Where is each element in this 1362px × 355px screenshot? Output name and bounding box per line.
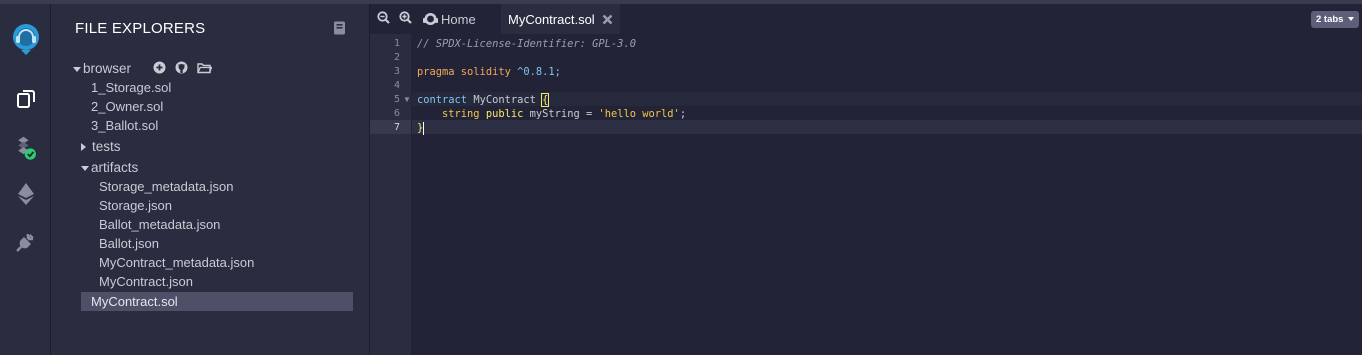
code-line: // SPDX-License-Identifier: GPL-3.0 bbox=[417, 37, 636, 51]
chevron-down-icon bbox=[73, 66, 81, 72]
folder-label: tests bbox=[92, 139, 121, 154]
code-line: } bbox=[417, 121, 425, 135]
zoom-in-icon[interactable] bbox=[399, 11, 412, 29]
keyword-token: contract bbox=[417, 94, 468, 106]
line-number: 2 bbox=[393, 52, 400, 63]
type-token: string bbox=[442, 108, 480, 120]
tab-label: Home bbox=[441, 11, 476, 27]
file-explorer-panel: FILE EXPLORERS browser 1_Storage.sol 2_O… bbox=[51, 4, 370, 355]
active-line-highlight bbox=[412, 120, 1362, 134]
file-item[interactable]: 1_Storage.sol bbox=[91, 79, 171, 96]
comment-token: // SPDX-License-Identifier: GPL-3.0 bbox=[417, 38, 636, 50]
line-number: 6 bbox=[393, 108, 400, 119]
folder-tests[interactable]: tests bbox=[81, 138, 121, 155]
line-number: 1 bbox=[393, 38, 400, 49]
file-item[interactable]: Storage_metadata.json bbox=[99, 178, 233, 195]
solidity-compiler-icon[interactable] bbox=[13, 135, 39, 161]
file-item[interactable]: Ballot_metadata.json bbox=[99, 216, 220, 233]
fold-arrow-icon[interactable]: ▼ bbox=[403, 95, 411, 104]
folder-label: artifacts bbox=[91, 160, 139, 175]
icon-rail bbox=[0, 4, 51, 355]
keyword-token: pragma solidity bbox=[417, 66, 511, 78]
workspace-label: browser bbox=[83, 61, 132, 76]
identifier-token: MyContract bbox=[473, 94, 536, 106]
line-number: 3 bbox=[393, 66, 400, 77]
brace-token: { bbox=[541, 93, 550, 107]
file-item[interactable]: Storage.json bbox=[99, 197, 172, 214]
tab-label: MyContract.sol bbox=[508, 11, 595, 27]
close-icon[interactable] bbox=[602, 14, 613, 25]
editor-gutter: 1 2 3 4 5 ▼ 6 7 bbox=[370, 34, 411, 355]
tabs-count-label: 2 tabs bbox=[1316, 14, 1344, 25]
remix-home-icon bbox=[422, 12, 439, 27]
file-item[interactable]: MyContract_metadata.json bbox=[99, 254, 254, 271]
chevron-right-icon bbox=[81, 143, 86, 152]
plugin-manager-icon[interactable] bbox=[13, 229, 39, 255]
line-number: 4 bbox=[393, 80, 400, 91]
panel-title: FILE EXPLORERS bbox=[75, 20, 206, 37]
documentation-icon[interactable] bbox=[333, 21, 346, 40]
tab-mycontract[interactable]: MyContract.sol bbox=[501, 4, 620, 34]
code-line: contract MyContract { bbox=[417, 93, 550, 107]
chevron-down-icon bbox=[81, 165, 89, 171]
workspace-folder[interactable]: browser bbox=[73, 60, 131, 77]
folder-actions bbox=[153, 61, 213, 79]
deploy-run-icon[interactable] bbox=[13, 181, 39, 207]
open-folder-icon[interactable] bbox=[197, 61, 213, 79]
visibility-token: public bbox=[485, 108, 524, 120]
code-line: pragma solidity ^0.8.1; bbox=[417, 65, 561, 79]
add-file-icon[interactable] bbox=[153, 61, 166, 79]
file-explorer-icon[interactable] bbox=[13, 86, 39, 112]
zoom-out-icon[interactable] bbox=[377, 11, 390, 29]
tabs-count-dropdown[interactable]: 2 tabs bbox=[1311, 11, 1360, 28]
bracket-line-highlight bbox=[412, 92, 1362, 106]
text-cursor bbox=[423, 121, 425, 135]
github-icon[interactable] bbox=[175, 61, 188, 79]
identifier-token: myString = bbox=[529, 108, 593, 120]
file-item-selected[interactable]: MyContract.sol bbox=[91, 293, 178, 310]
file-item[interactable]: 3_Ballot.sol bbox=[91, 117, 158, 134]
remix-logo-icon[interactable] bbox=[7, 20, 45, 58]
file-item[interactable]: MyContract.json bbox=[99, 273, 193, 290]
code-editor[interactable]: // SPDX-License-Identifier: GPL-3.0 prag… bbox=[412, 34, 1362, 355]
line-number: 7 bbox=[393, 122, 400, 133]
tab-home[interactable]: Home bbox=[418, 4, 480, 34]
string-token: 'hello world' bbox=[598, 108, 680, 120]
semicolon-token: ; bbox=[679, 108, 687, 120]
editor-tab-bar: Home MyContract.sol 2 tabs bbox=[370, 4, 1362, 34]
folder-artifacts[interactable]: artifacts bbox=[81, 159, 138, 176]
version-token: ^0.8.1; bbox=[517, 66, 561, 78]
file-item[interactable]: Ballot.json bbox=[99, 235, 159, 252]
code-line: string public myString = 'hello world'; bbox=[417, 107, 686, 121]
line-number: 5 bbox=[393, 94, 400, 105]
caret-down-icon bbox=[1348, 17, 1355, 22]
file-item[interactable]: 2_Owner.sol bbox=[91, 98, 163, 115]
